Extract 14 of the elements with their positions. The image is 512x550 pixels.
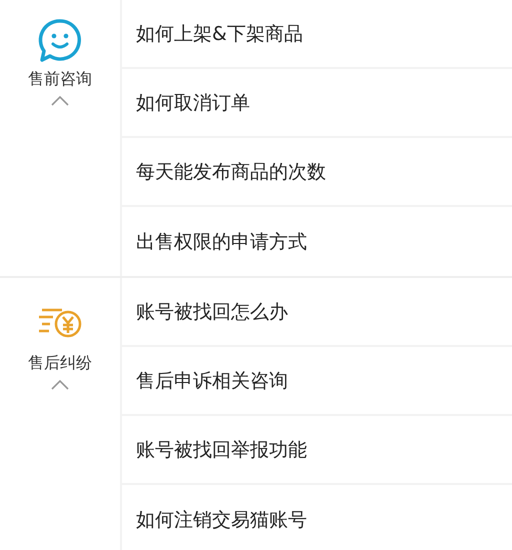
question-item[interactable]: 如何上架&下架商品 [122,0,512,69]
category-label: 售前咨询 [28,68,92,90]
question-item[interactable]: 售后申诉相关咨询 [122,347,512,416]
question-item[interactable]: 出售权限的申请方式 [122,207,512,276]
category-label: 售后纠纷 [28,352,92,374]
question-item[interactable]: 如何注销交易猫账号 [122,485,512,550]
question-item[interactable]: 账号被找回举报功能 [122,416,512,485]
smiley-chat-icon [37,18,83,64]
collapse-chevron-icon[interactable] [51,380,69,390]
question-item[interactable]: 每天能发布商品的次数 [122,138,512,207]
question-item[interactable]: 账号被找回怎么办 [122,278,512,347]
yuan-coin-icon [37,306,83,340]
collapse-chevron-icon[interactable] [51,96,69,106]
question-item[interactable]: 如何取消订单 [122,69,512,138]
